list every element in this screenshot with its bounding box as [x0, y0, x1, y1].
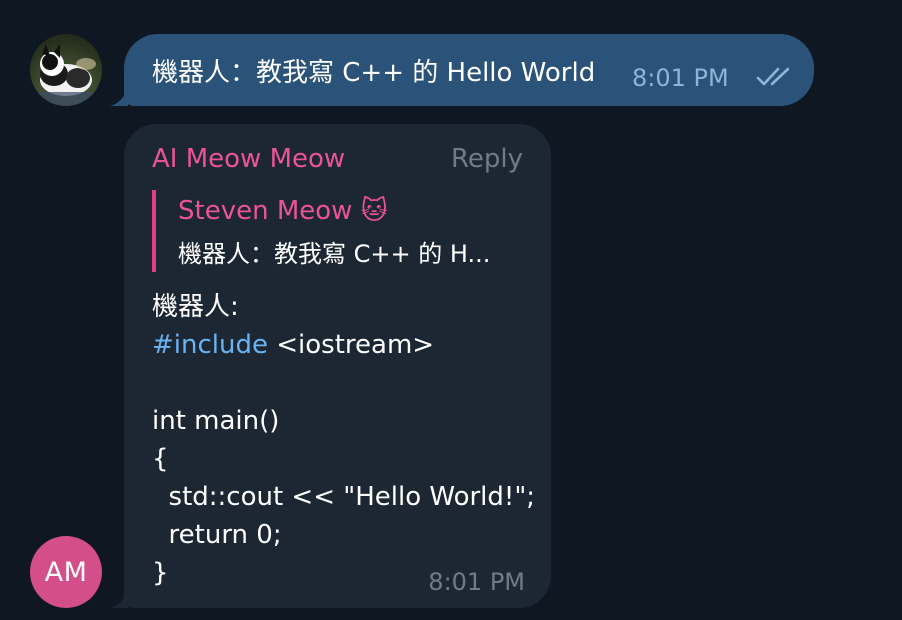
- outgoing-message-bubble[interactable]: 機器人：教我寫 C++ 的 Hello World 8:01 PM: [110, 34, 814, 106]
- outgoing-message-time: 8:01 PM: [632, 64, 729, 92]
- outgoing-message-text: 機器人：教我寫 C++ 的 Hello World: [152, 58, 596, 88]
- reply-quote[interactable]: Steven Meow 🐱 機器人：教我寫 C++ 的 H...: [152, 190, 524, 272]
- incoming-message-bubble[interactable]: AI Meow Meow Reply Steven Meow 🐱 機器人：教我寫…: [110, 124, 551, 608]
- cat-photo-icon: [30, 44, 102, 106]
- double-check-icon: [756, 67, 790, 86]
- avatar-initials: AM: [44, 556, 88, 588]
- bot-avatar[interactable]: AM: [30, 536, 102, 608]
- message-line: 機器人:: [152, 292, 239, 322]
- incoming-message-time: 8:01 PM: [428, 568, 525, 596]
- quote-text: 機器人：教我寫 C++ 的 H...: [178, 240, 491, 268]
- user-avatar[interactable]: [30, 34, 102, 106]
- message-line: }: [152, 558, 169, 588]
- message-line: std::cout << "Hello World!";: [152, 482, 536, 512]
- bubble-tail: [110, 88, 128, 106]
- bubble-tail: [110, 590, 128, 608]
- message-line: {: [152, 444, 169, 474]
- message-line: <iostream>: [267, 330, 435, 360]
- message-body: 機器人: #include <iostream> int main() { st…: [152, 288, 535, 592]
- sender-name[interactable]: AI Meow Meow: [152, 144, 345, 174]
- hashtag-link[interactable]: #include: [152, 330, 268, 360]
- message-line: int main(): [152, 406, 280, 436]
- reply-button[interactable]: Reply: [451, 144, 523, 174]
- chat-view: 機器人：教我寫 C++ 的 Hello World 8:01 PM AI Meo…: [0, 0, 902, 620]
- message-line: return 0;: [152, 520, 282, 550]
- quote-author: Steven Meow 🐱: [178, 196, 388, 226]
